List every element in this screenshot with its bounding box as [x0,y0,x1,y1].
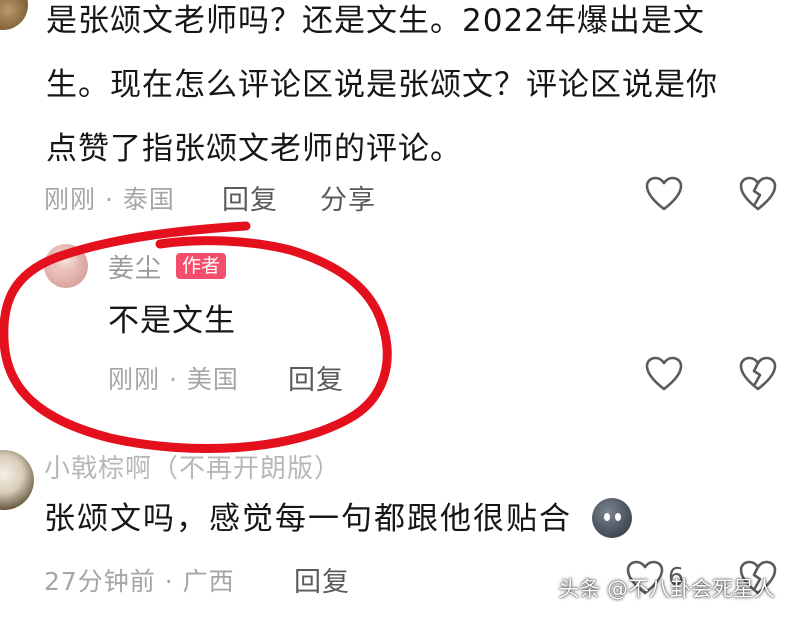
avatar[interactable] [0,450,34,510]
username[interactable]: 小戟棕啊（不再开朗版） [44,448,341,485]
emoji-face-icon [592,498,632,538]
reply-button[interactable]: 回复 [294,560,350,599]
broken-heart-icon[interactable] [739,356,777,392]
share-button[interactable]: 分享 [320,178,376,217]
comment-text-line-3: 点赞了指张颂文老师的评论。 [46,131,462,167]
comment-text: 张颂文吗，感觉每一句都跟他很贴合 [44,501,572,537]
broken-heart-icon[interactable] [739,176,777,212]
comment-text-line-2: 生。现在怎么评论区说是张颂文？评论区说是你 [46,67,718,103]
watermark: 头条 @不八卦会死星人 [558,577,775,601]
comment-meta: 刚刚 · 美国 [108,365,239,394]
reply-button[interactable]: 回复 [222,178,278,217]
comment-meta: 刚刚 · 泰国 [44,185,175,214]
username[interactable]: 姜尘 [108,248,162,285]
avatar[interactable] [0,0,28,30]
comment-text: 不是文生 [108,303,236,339]
heart-outline-icon[interactable] [645,176,683,212]
comment-text-line-1: 是张颂文老师吗？还是文生。2022年爆出是文 [46,3,705,39]
heart-outline-icon[interactable] [645,356,683,392]
comment-meta: 27分钟前 · 广西 [44,567,235,596]
avatar[interactable] [44,244,88,288]
author-badge: 作者 [176,253,227,279]
reply-button[interactable]: 回复 [288,358,344,397]
